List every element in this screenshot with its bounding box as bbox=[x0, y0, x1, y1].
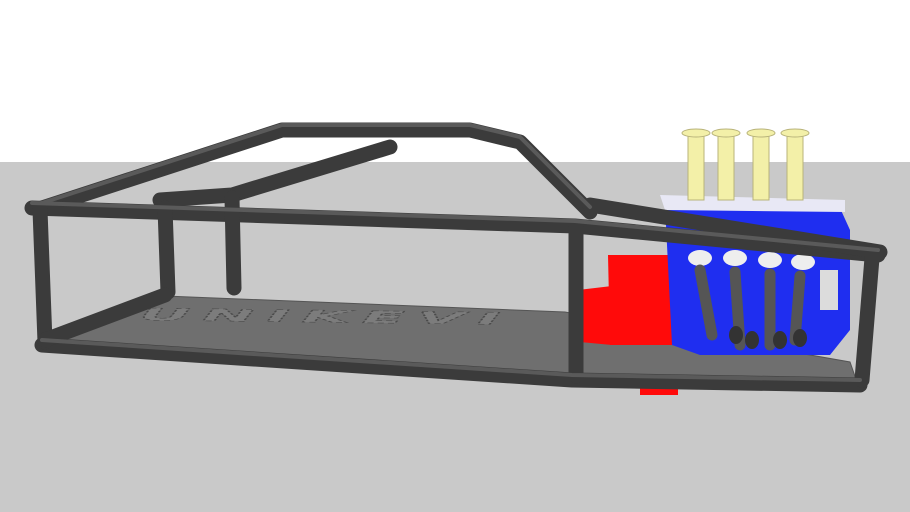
upright-2 bbox=[157, 200, 176, 300]
sky bbox=[0, 0, 910, 162]
front-upright bbox=[32, 202, 53, 350]
rear-upright bbox=[854, 250, 880, 388]
model-viewport[interactable]: UNIKEVI bbox=[0, 0, 910, 512]
